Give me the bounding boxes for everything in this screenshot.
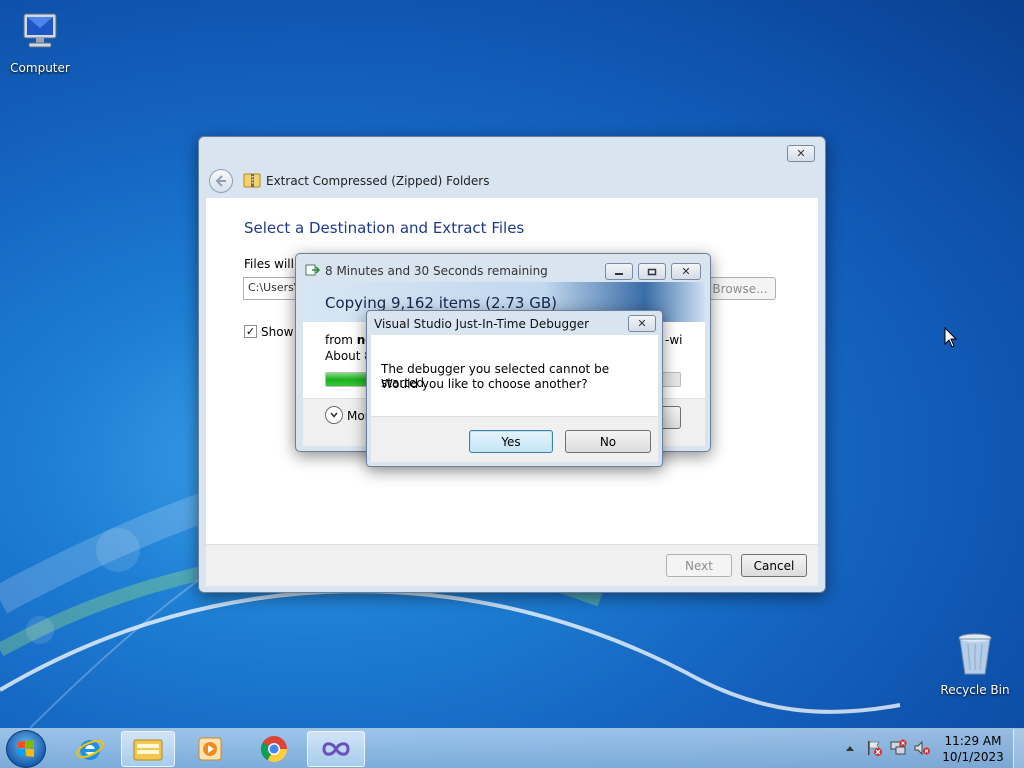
clock-time: 11:29 AM <box>944 734 1002 748</box>
desktop-icon-label: Computer <box>10 61 70 75</box>
taskbar-internet-explorer[interactable] <box>62 731 118 767</box>
back-arrow-icon <box>215 175 226 187</box>
browse-button[interactable]: Browse... <box>704 277 776 300</box>
taskbar-chrome[interactable] <box>246 731 302 767</box>
desktop-icon-label: Recycle Bin <box>940 683 1010 697</box>
folder-icon <box>133 739 163 761</box>
show-hidden-icons-icon[interactable] <box>845 744 855 752</box>
next-button[interactable]: Next <box>666 554 732 577</box>
debugger-content: The debugger you selected cannot be star… <box>371 335 658 462</box>
debugger-dialog: Visual Studio Just-In-Time Debugger ✕ Th… <box>366 310 663 467</box>
clock-date: 10/1/2023 <box>942 750 1004 764</box>
show-desktop-button[interactable] <box>1013 729 1024 768</box>
copy-time-text: About 8 <box>325 349 372 363</box>
no-label: No <box>599 434 617 449</box>
network-icon[interactable] <box>889 739 907 757</box>
back-button[interactable] <box>209 169 233 193</box>
taskbar: 11:29 AM 10/1/2023 <box>0 728 1024 768</box>
minimize-button[interactable] <box>605 263 633 280</box>
restore-icon <box>647 268 657 275</box>
desktop-icon-computer[interactable]: Computer <box>0 8 80 75</box>
clock[interactable]: 11:29 AM 10/1/2023 <box>938 733 1008 765</box>
mouse-cursor-icon <box>944 327 958 348</box>
recycle-bin-icon <box>958 633 992 675</box>
close-icon: ✕ <box>796 147 806 160</box>
zip-folder-icon <box>243 173 261 188</box>
browse-label: Browse... <box>712 281 768 296</box>
copy-close-button[interactable]: ✕ <box>671 263 701 280</box>
debugger-close-button[interactable]: ✕ <box>628 315 656 332</box>
cancel-label: Cancel <box>753 558 795 573</box>
debugger-title: Visual Studio Just-In-Time Debugger <box>374 317 590 331</box>
debugger-message-line2: Would you like to choose another? <box>381 377 588 391</box>
internet-explorer-icon <box>76 739 104 760</box>
copy-to-text: -wi <box>665 333 683 347</box>
next-label: Next <box>685 558 713 573</box>
extract-close-button[interactable]: ✕ <box>787 145 815 162</box>
volume-muted-icon[interactable] <box>913 739 931 757</box>
chevron-down-icon <box>330 412 338 418</box>
destination-input[interactable]: C:\Users\ <box>243 277 303 300</box>
destination-path-text: C:\Users\ <box>248 281 298 294</box>
start-button[interactable] <box>6 730 46 768</box>
cancel-button[interactable]: Cancel <box>741 554 807 577</box>
yes-button[interactable]: Yes <box>469 430 553 453</box>
copy-window-title: 8 Minutes and 30 Seconds remaining <box>325 264 548 278</box>
copy-icon <box>305 264 321 276</box>
close-icon: ✕ <box>681 265 691 278</box>
chrome-icon <box>260 736 288 763</box>
close-icon: ✕ <box>637 317 647 330</box>
visual-studio-icon <box>322 742 350 756</box>
no-button[interactable]: No <box>565 430 651 453</box>
from-label: from <box>325 333 357 347</box>
desktop-icon-recycle-bin[interactable]: Recycle Bin <box>935 630 1015 697</box>
media-player-icon <box>198 737 222 761</box>
taskbar-media-player[interactable] <box>182 731 238 767</box>
yes-label: Yes <box>501 434 521 449</box>
extract-window-title: Extract Compressed (Zipped) Folders <box>266 174 490 188</box>
minimize-icon <box>615 272 623 275</box>
show-files-checkbox[interactable]: ✓ <box>244 325 257 338</box>
maximize-button[interactable] <box>638 263 666 280</box>
taskbar-visual-studio[interactable] <box>307 731 365 767</box>
taskbar-file-explorer[interactable] <box>121 731 175 767</box>
more-details-toggle[interactable] <box>325 406 343 424</box>
computer-icon <box>23 13 57 48</box>
windows-logo-icon <box>18 740 34 757</box>
action-center-flag-icon[interactable] <box>865 739 883 757</box>
extract-heading: Select a Destination and Extract Files <box>244 219 525 237</box>
